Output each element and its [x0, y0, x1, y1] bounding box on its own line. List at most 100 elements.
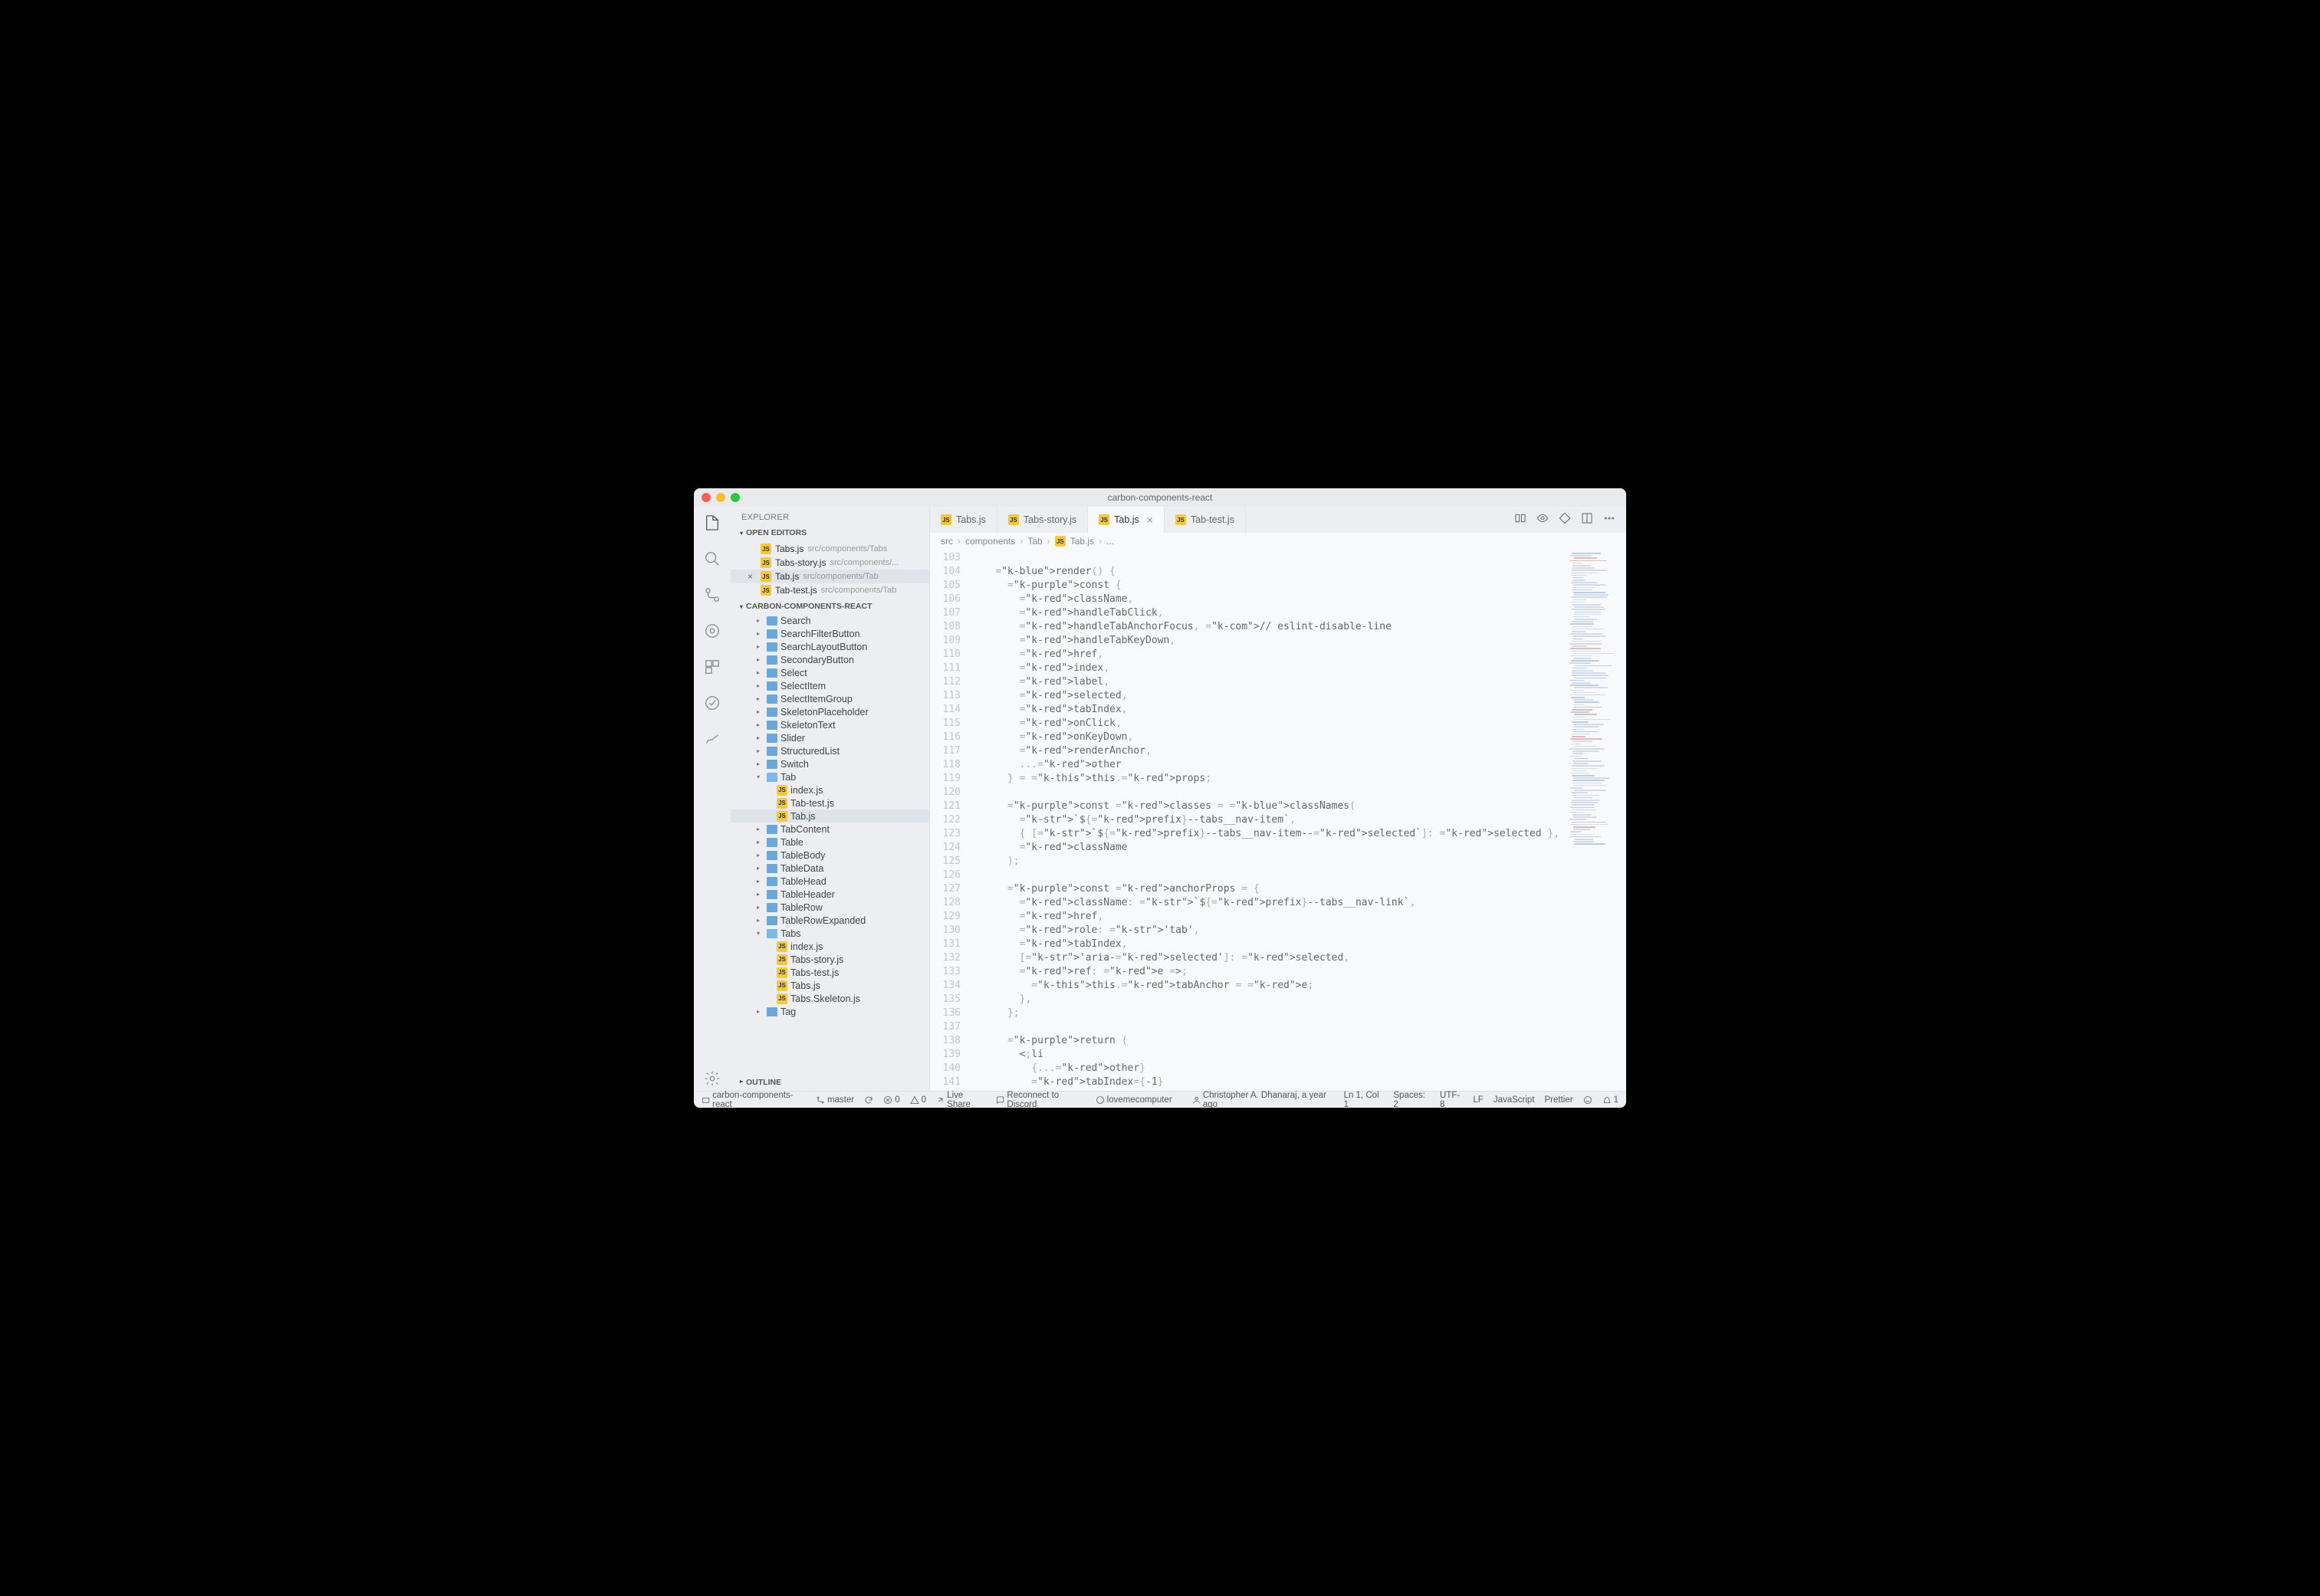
outline-header[interactable]: OUTLINE — [731, 1074, 929, 1091]
status-notifications[interactable]: 1 — [1602, 1095, 1618, 1105]
minimap[interactable] — [1565, 550, 1626, 1091]
status-prettier[interactable]: Prettier — [1545, 1095, 1573, 1105]
status-discord[interactable]: Reconnect to Discord — [996, 1091, 1085, 1108]
folder-item[interactable]: ▸Tag — [731, 1005, 929, 1018]
status-feedback-icon[interactable] — [1583, 1095, 1592, 1105]
tree-item-label: Tabs.Skeleton.js — [790, 993, 860, 1004]
diff-icon[interactable] — [1559, 512, 1571, 528]
folder-item[interactable]: ▸SecondaryButton — [731, 653, 929, 666]
editor-tab[interactable]: JSTab.js× — [1088, 507, 1165, 533]
status-blame[interactable]: Christopher A. Dhanaraj, a year ago — [1192, 1091, 1334, 1108]
js-file-icon: JS — [777, 967, 787, 978]
status-errors[interactable]: 0 — [883, 1095, 899, 1105]
editor-tab[interactable]: JSTab-test.js — [1165, 507, 1246, 533]
status-github[interactable]: lovemecomputer — [1096, 1095, 1172, 1105]
folder-item[interactable]: ▸TableRowExpanded — [731, 914, 929, 927]
status-sync[interactable] — [864, 1095, 873, 1105]
open-editor-item[interactable]: ×JSTab.js src/components/Tab — [731, 570, 929, 583]
status-language[interactable]: JavaScript — [1494, 1095, 1535, 1105]
file-item[interactable]: JSTab-test.js — [731, 796, 929, 809]
folder-item[interactable]: ▸Table — [731, 836, 929, 849]
search-icon[interactable] — [704, 550, 721, 571]
folder-item[interactable]: ▸SkeletonText — [731, 718, 929, 731]
breadcrumbs[interactable]: src›components›Tab›JSTab.js›... — [930, 533, 1626, 550]
tree-item-label: TableRow — [780, 902, 823, 913]
file-item[interactable]: JSTabs-story.js — [731, 953, 929, 966]
folder-icon — [767, 760, 777, 769]
source-control-icon[interactable] — [704, 586, 721, 607]
database-icon[interactable] — [704, 695, 721, 715]
status-position[interactable]: Ln 1, Col 1 — [1344, 1091, 1384, 1108]
folder-item[interactable]: ▸TableHeader — [731, 888, 929, 901]
folder-item[interactable]: ▸Search — [731, 614, 929, 627]
close-icon[interactable]: × — [748, 571, 757, 582]
js-file-icon: JS — [1099, 514, 1109, 525]
folder-icon — [767, 903, 777, 912]
breadcrumb-item[interactable]: Tab.js — [1070, 536, 1094, 547]
folder-item[interactable]: ▸Switch — [731, 757, 929, 770]
tree-item-label: Switch — [780, 759, 809, 770]
split-editor-icon[interactable] — [1581, 512, 1593, 528]
open-editor-item[interactable]: ×JSTabs.js src/components/Tabs — [731, 542, 929, 556]
open-editors-header[interactable]: OPEN EDITORS — [731, 525, 929, 540]
folder-item[interactable]: ▸TableData — [731, 862, 929, 875]
breadcrumb-item[interactable]: src — [941, 536, 953, 547]
status-spaces[interactable]: Spaces: 2 — [1393, 1091, 1430, 1108]
code-content[interactable]: ="k-blue">render() { ="k-purple">const {… — [971, 550, 1565, 1091]
folder-item[interactable]: ▸Slider — [731, 731, 929, 744]
file-item[interactable]: JSindex.js — [731, 940, 929, 953]
file-item[interactable]: JSindex.js — [731, 783, 929, 796]
file-item[interactable]: JSTab.js — [731, 809, 929, 823]
file-item[interactable]: JSTabs.js — [731, 979, 929, 992]
open-editor-item[interactable]: ×JSTab-test.js src/components/Tab — [731, 583, 929, 597]
editor-filename: Tab-test.js — [775, 585, 817, 596]
folder-item[interactable]: ▸TabContent — [731, 823, 929, 836]
close-tab-icon[interactable]: × — [1147, 514, 1153, 526]
settings-gear-icon[interactable] — [704, 1070, 721, 1091]
project-header[interactable]: CARBON-COMPONENTS-REACT — [731, 599, 929, 614]
more-actions-icon[interactable] — [1603, 512, 1615, 528]
breadcrumb-separator: › — [1099, 536, 1102, 547]
tab-label: Tabs.js — [956, 514, 986, 525]
folder-item[interactable]: ▾Tabs — [731, 927, 929, 940]
folder-item[interactable]: ▾Tab — [731, 770, 929, 783]
explorer-icon[interactable] — [704, 514, 721, 535]
status-warnings[interactable]: 0 — [910, 1095, 926, 1105]
folder-item[interactable]: ▸StructuredList — [731, 744, 929, 757]
minimize-window-button[interactable] — [716, 493, 725, 502]
folder-item[interactable]: ▸SelectItem — [731, 679, 929, 692]
file-item[interactable]: JSTabs.Skeleton.js — [731, 992, 929, 1005]
status-project[interactable]: carbon-components-react — [702, 1091, 806, 1108]
breadcrumb-item[interactable]: components — [965, 536, 1015, 547]
editor-tab[interactable]: JSTabs-story.js — [997, 507, 1088, 533]
status-eol[interactable]: LF — [1473, 1095, 1483, 1105]
file-item[interactable]: JSTabs-test.js — [731, 966, 929, 979]
folder-item[interactable]: ▸TableBody — [731, 849, 929, 862]
folder-item[interactable]: ▸SkeletonPlaceholder — [731, 705, 929, 718]
debug-icon[interactable] — [704, 622, 721, 643]
folder-item[interactable]: ▸TableRow — [731, 901, 929, 914]
open-editor-item[interactable]: ×JSTabs-story.js src/components/... — [731, 556, 929, 570]
folder-item[interactable]: ▸TableHead — [731, 875, 929, 888]
file-tree[interactable]: ▸Search▸SearchFilterButton▸SearchLayoutB… — [731, 614, 929, 1074]
maximize-window-button[interactable] — [731, 493, 740, 502]
editor-tab[interactable]: JSTabs.js — [930, 507, 997, 533]
status-encoding[interactable]: UTF-8 — [1440, 1091, 1463, 1108]
compare-icon[interactable] — [1514, 512, 1526, 528]
folder-item[interactable]: ▸SelectItemGroup — [731, 692, 929, 705]
breadcrumb-item[interactable]: ... — [1106, 536, 1114, 547]
folder-item[interactable]: ▸Select — [731, 666, 929, 679]
graph-icon[interactable] — [704, 731, 721, 751]
code-editor[interactable]: 1031041051061071081091101111121131141151… — [930, 550, 1565, 1091]
folder-item[interactable]: ▸SearchLayoutButton — [731, 640, 929, 653]
preview-icon[interactable] — [1536, 512, 1549, 528]
folder-icon — [767, 916, 777, 925]
breadcrumb-item[interactable]: Tab — [1027, 536, 1042, 547]
editor-filename: Tabs.js — [775, 543, 803, 554]
extensions-icon[interactable] — [704, 658, 721, 679]
status-liveshare[interactable]: Live Share — [936, 1091, 986, 1108]
folder-item[interactable]: ▸SearchFilterButton — [731, 627, 929, 640]
status-branch[interactable]: master — [816, 1095, 854, 1105]
close-window-button[interactable] — [702, 493, 711, 502]
chevron-icon: ▸ — [757, 682, 764, 689]
